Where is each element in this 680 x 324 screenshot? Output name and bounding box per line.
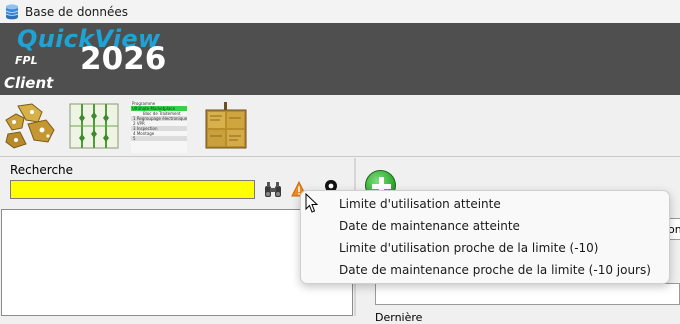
case-icon[interactable] xyxy=(198,100,254,152)
menu-item-maintenance-reached[interactable]: Date de maintenance atteinte xyxy=(301,215,669,237)
year-label: 2026 xyxy=(80,41,167,77)
window-title-bar: Base de données xyxy=(0,0,680,23)
menu-item-limit-reached[interactable]: Limite d'utilisation atteinte xyxy=(301,193,669,215)
menu-item-limit-near[interactable]: Limite d'utilisation proche de la limite… xyxy=(301,237,669,259)
rack-icon[interactable] xyxy=(66,100,122,152)
mouse-cursor-icon xyxy=(305,193,319,213)
search-input[interactable] xyxy=(10,180,255,199)
right-lower-label: Dernière xyxy=(375,311,423,324)
database-icon xyxy=(5,4,19,19)
menu-item-maintenance-near[interactable]: Date de maintenance proche de la limite … xyxy=(301,259,669,281)
client-label: Client xyxy=(4,74,54,92)
binoculars-icon[interactable] xyxy=(263,180,283,199)
programme-thumbnail[interactable]: Programme Ultimate-Marketplace Bloc de T… xyxy=(131,101,187,153)
context-menu: Limite d'utilisation atteinte Date de ma… xyxy=(300,190,670,284)
brand-fpl: FPL xyxy=(15,54,38,67)
programme-line: 5 xyxy=(131,136,187,141)
search-label: Recherche xyxy=(10,163,74,177)
right-field-bottom[interactable] xyxy=(375,283,680,305)
toolbar: Programme Ultimate-Marketplace Bloc de T… xyxy=(0,95,680,157)
parts-icon[interactable] xyxy=(2,100,58,152)
window-title: Base de données xyxy=(25,4,129,19)
app-banner: QuickView FPL 2026 Client xyxy=(0,23,680,95)
